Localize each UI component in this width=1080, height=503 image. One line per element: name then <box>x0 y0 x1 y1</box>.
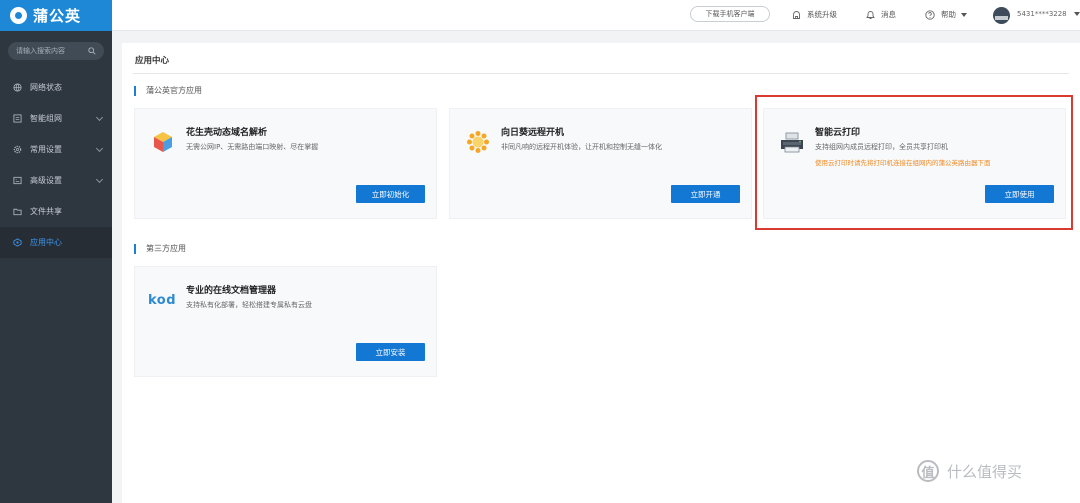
kod-logo-text: kod <box>147 292 177 308</box>
watermark: 值 什么值得买 <box>917 460 1022 482</box>
logo-text: 蒲公英 <box>33 7 82 25</box>
app-description: 无需公网IP、无需路由端口映射、尽在掌握 <box>186 143 319 151</box>
logo[interactable]: 蒲公英 <box>0 0 112 31</box>
upgrade-icon <box>793 10 800 19</box>
app-card-kod: kod 专业的在线文档管理器 支持私有化部署，轻松搭建专属私有云盘 立即安装 <box>134 266 437 377</box>
page-title: 应用中心 <box>135 56 170 66</box>
messages-label: 消息 <box>881 10 896 19</box>
help-label: 帮助 <box>941 10 956 19</box>
watermark-logo-icon: 值 <box>917 460 939 482</box>
search-icon[interactable] <box>88 47 96 55</box>
folder-icon <box>13 208 22 216</box>
caret-down-icon <box>1073 12 1080 16</box>
bell-icon <box>866 10 875 19</box>
sidebar-item-common-settings[interactable]: 常用设置 <box>0 134 112 165</box>
search-input[interactable] <box>16 47 88 55</box>
globe-icon <box>13 83 22 92</box>
system-upgrade-label: 系统升级 <box>807 10 837 19</box>
apps-icon <box>13 238 22 247</box>
app-card-sunlogin: 向日葵远程开机 非同凡响的远程开机体验，让开机和控制无缝一体化 立即开通 <box>449 108 752 219</box>
chevron-down-icon <box>95 175 104 184</box>
system-upgrade-link[interactable]: 系统升级 <box>792 9 837 20</box>
user-menu[interactable]: 5431****3228 <box>1017 10 1080 18</box>
app-description: 支持私有化部署，轻松搭建专属私有云盘 <box>186 301 312 309</box>
sidebar-item-network-status[interactable]: 网络状态 <box>0 72 112 103</box>
divider <box>133 73 1069 74</box>
sidebar-item-label: 网络状态 <box>30 83 62 92</box>
initialize-button[interactable]: 立即初始化 <box>356 185 425 203</box>
sidebar-search <box>8 42 104 60</box>
sidebar-item-label: 常用设置 <box>30 145 62 154</box>
chevron-down-icon <box>95 113 104 122</box>
chevron-down-icon <box>95 144 104 153</box>
watermark-text: 什么值得买 <box>947 462 1023 481</box>
settings-panel-icon <box>13 176 22 185</box>
cube-icon <box>149 128 177 156</box>
logo-icon <box>10 7 27 24</box>
sidebar-item-label: 文件共享 <box>30 207 62 216</box>
sidebar-item-smart-network[interactable]: 智能组网 <box>0 103 112 134</box>
app-description: 非同凡响的远程开机体验，让开机和控制无缝一体化 <box>501 143 662 151</box>
install-button[interactable]: 立即安装 <box>356 343 425 361</box>
highlight-box <box>755 95 1073 230</box>
app-name: 向日葵远程开机 <box>501 128 565 138</box>
help-icon <box>925 9 935 20</box>
top-header: 下载手机客户端 系统升级 消息 帮助 5431****3228 <box>112 0 1080 31</box>
caret-down-icon <box>961 12 967 17</box>
user-label: 5431****3228 <box>1017 10 1067 18</box>
app-card-phddns: 花生壳动态域名解析 无需公网IP、无需路由端口映射、尽在掌握 立即初始化 <box>134 108 437 219</box>
app-name: 花生壳动态域名解析 <box>186 128 268 138</box>
sidebar-item-advanced-settings[interactable]: 高级设置 <box>0 165 112 196</box>
sidebar-item-app-center[interactable]: 应用中心 <box>0 227 112 258</box>
help-menu[interactable]: 帮助 <box>925 9 967 20</box>
section-title-third-party: 第三方应用 <box>134 244 186 254</box>
network-icon <box>13 114 22 123</box>
avatar[interactable] <box>993 7 1010 24</box>
messages-link[interactable]: 消息 <box>866 9 896 20</box>
sidebar: 蒲公英 网络状态 智能组网 常用设置 高级设置 文件共享 应用中心 <box>0 0 112 503</box>
sidebar-item-label: 智能组网 <box>30 114 62 123</box>
kod-logo: kod <box>145 286 179 314</box>
sidebar-item-label: 高级设置 <box>30 176 62 185</box>
section-title-official: 蒲公英官方应用 <box>134 86 202 96</box>
sidebar-item-file-share[interactable]: 文件共享 <box>0 196 112 227</box>
sunflower-icon <box>464 128 492 156</box>
activate-button[interactable]: 立即开通 <box>671 185 740 203</box>
download-app-button[interactable]: 下载手机客户端 <box>690 6 770 22</box>
app-name: 专业的在线文档管理器 <box>186 286 277 296</box>
sidebar-item-label: 应用中心 <box>30 238 62 247</box>
gear-icon <box>13 145 22 154</box>
